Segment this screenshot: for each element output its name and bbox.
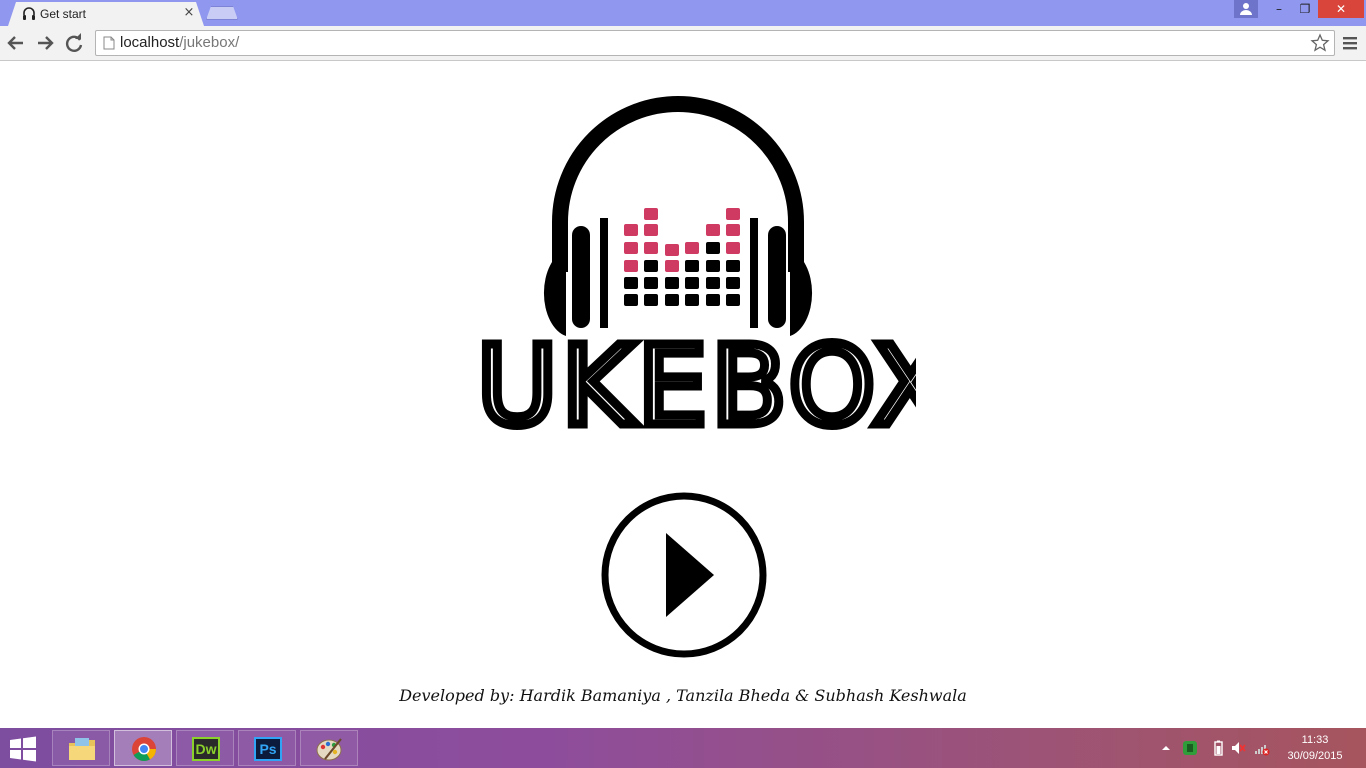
page-content: JUKEBOX Developed by: Hardik Bamaniya , … — [0, 62, 1366, 728]
play-button[interactable] — [600, 491, 768, 659]
logo-wordmark: JUKEBOX — [476, 322, 916, 442]
battery-icon[interactable] — [1210, 740, 1226, 756]
reload-icon[interactable] — [62, 31, 86, 55]
credits-text: Developed by: Hardik Bamaniya , Tanzila … — [399, 686, 967, 705]
clock-date: 30/09/2015 — [1287, 750, 1343, 762]
taskbar-app-explorer[interactable] — [52, 730, 110, 766]
jukebox-logo: JUKEBOX — [476, 96, 916, 442]
url-path: /jukebox/ — [179, 34, 240, 51]
dreamweaver-icon: Dw — [192, 737, 220, 761]
windows-start-icon[interactable] — [6, 736, 40, 762]
taskbar-app-paint[interactable] — [300, 730, 358, 766]
taskbar-app-chrome[interactable] — [114, 730, 172, 766]
browser-toolbar: localhost/jukebox/ — [0, 26, 1366, 61]
url-host: localhost — [120, 34, 180, 51]
bookmark-star-icon[interactable] — [1310, 33, 1330, 53]
minimize-button[interactable]: – — [1266, 0, 1292, 18]
clock-time: 11:33 — [1301, 734, 1329, 746]
close-window-button[interactable]: ✕ — [1318, 0, 1364, 18]
url-text: localhost/jukebox/ — [120, 34, 239, 51]
network-disconnected-icon[interactable] — [1254, 740, 1270, 756]
volume-muted-icon[interactable] — [1230, 740, 1246, 756]
photoshop-icon: Ps — [254, 737, 282, 761]
taskbar-app-photoshop[interactable]: Ps — [238, 730, 296, 766]
restore-button[interactable]: ❐ — [1292, 0, 1318, 18]
address-bar[interactable]: localhost/jukebox/ — [95, 30, 1335, 56]
tab-title: Get start — [40, 7, 87, 21]
screen: Get start × – ❐ ✕ localhost/jukebox/ UKE… — [0, 0, 1366, 768]
user-icon — [1240, 3, 1252, 15]
folder-icon — [69, 738, 95, 760]
menu-icon[interactable] — [1340, 34, 1360, 52]
page-icon — [103, 36, 115, 50]
paint-icon — [316, 738, 342, 761]
chrome-icon — [132, 737, 156, 762]
back-arrow-icon[interactable] — [4, 31, 28, 55]
headphones-icon — [23, 7, 35, 20]
browser-titlebar: Get start × – ❐ ✕ — [0, 0, 1366, 26]
user-profile-button[interactable] — [1234, 0, 1258, 18]
tab-close-icon[interactable]: × — [182, 5, 196, 21]
equalizer-graphic — [624, 208, 740, 306]
browser-tab[interactable]: Get start × — [8, 2, 204, 26]
taskbar-app-dreamweaver[interactable]: Dw — [176, 730, 234, 766]
system-clock[interactable]: 11:33 30/09/2015 — [1282, 732, 1348, 764]
show-hidden-icons-icon[interactable] — [1158, 740, 1174, 756]
new-tab-button[interactable] — [206, 6, 238, 20]
windows-taskbar: Dw Ps 11:33 30/09/2015 — [0, 728, 1366, 768]
tray-app-icon[interactable] — [1182, 740, 1198, 756]
forward-arrow-icon[interactable] — [33, 31, 57, 55]
